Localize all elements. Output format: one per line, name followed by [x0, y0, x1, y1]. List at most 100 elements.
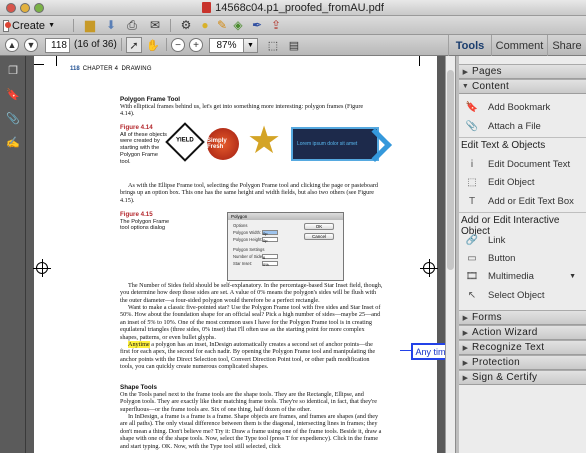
print-icon[interactable]: ⎙ [124, 17, 140, 33]
pdf-file-icon [202, 2, 212, 13]
next-page-icon[interactable]: ▼ [24, 38, 38, 52]
sign-icon[interactable]: ✒ [249, 17, 265, 33]
section-recognize-text[interactable]: ▶ Recognize Text [459, 340, 586, 355]
create-button[interactable]: Create ▼ [3, 17, 55, 34]
zoom-out-icon[interactable]: − [171, 38, 185, 52]
item-label: Attach a File [488, 120, 541, 132]
banner-image: Lorem ipsum dolor sit amet [291, 127, 392, 162]
figure-caption-text: The Polygon Frame tool options dialog [120, 218, 170, 232]
item-label: Edit Document Text [488, 158, 571, 170]
comment-bubble-icon[interactable]: ● [197, 17, 213, 33]
paragraph: Anytime a polygon has an inset, InDesign… [120, 341, 383, 371]
toolbar-divider [73, 19, 74, 32]
seal-text: Simply Fresh [207, 138, 227, 150]
link-item[interactable]: 🔗 Link [465, 232, 586, 248]
arrow-cursor-icon: ↖ [467, 289, 477, 301]
fit-width-icon[interactable]: ▤ [286, 37, 302, 53]
item-label: Multimedia [488, 270, 534, 282]
paragraph: On the Tools panel next to the frame too… [120, 391, 377, 413]
figure-label: Figure 4.14 [120, 124, 153, 131]
section-forms[interactable]: ▶ Forms [459, 310, 586, 325]
item-label: Edit Object [488, 176, 535, 188]
paragraph-text: a polygon has an inset, InDesign automat… [120, 341, 376, 371]
multimedia-item[interactable]: 🎞 Multimedia ▼ [465, 268, 586, 284]
tab-share[interactable]: Share [547, 35, 586, 56]
dialog-width-label: Polygon Width: [233, 230, 262, 235]
chevron-right-icon [358, 128, 392, 162]
edit-object-item[interactable]: ⬚ Edit Object [465, 174, 586, 190]
hand-tool-icon[interactable]: ✋ [145, 37, 161, 53]
acrobat-window: 14568c04.p1_proofed_fromAU.pdf Create ▼ … [0, 0, 586, 453]
fit-page-icon[interactable]: ⬚ [265, 37, 281, 53]
share-icon[interactable]: ⇪ [268, 17, 284, 33]
button-icon: ▭ [467, 252, 477, 264]
paragraph: As with the Ellipse Frame tool, selectin… [120, 182, 379, 204]
figure-caption-text: All of these objects were created by sta… [120, 131, 167, 165]
comment-note[interactable]: Any time [411, 343, 445, 360]
tab-tools-label: Tools [455, 39, 485, 52]
tab-tools[interactable]: Tools [448, 35, 491, 56]
chevron-down-icon: ▼ [48, 22, 55, 29]
paragraph: In InDesign, a frame is a frame is a fra… [120, 413, 382, 450]
chapter-label: CHAPTER 4 [82, 66, 119, 72]
highlight-icon[interactable]: ✎ [214, 17, 230, 33]
add-text-box-item[interactable]: T Add or Edit Text Box [465, 193, 586, 209]
section-action-wizard[interactable]: ▶ Action Wizard [459, 325, 586, 340]
navigation-pane: ❐ 🔖 📎 ✍ [0, 56, 26, 453]
email-icon[interactable]: ✉ [147, 17, 163, 33]
main-toolbar: Create ▼ ▆ ⬇ ⎙ ✉ ⚙ ● ✎ ◈ ✒ ⇪ [0, 16, 586, 35]
chevron-right-icon: ▶ [462, 68, 469, 76]
stamp-icon[interactable]: ◈ [230, 17, 246, 33]
page-number-input[interactable]: 118 [45, 38, 70, 53]
select-cursor-icon[interactable]: ➚ [126, 37, 142, 53]
yield-sign-image: YIELD [165, 122, 205, 162]
button-item[interactable]: ▭ Button [465, 250, 586, 266]
zoom-in-icon[interactable]: + [189, 38, 203, 52]
zoom-dropdown-icon[interactable]: ▼ [244, 38, 258, 53]
toolbar-divider [170, 19, 171, 32]
document-view[interactable]: 118 CHAPTER 4 DRAWING Polygon Frame Tool … [26, 56, 445, 453]
chevron-down-icon: ▼ [569, 272, 576, 280]
bookmarks-icon[interactable]: 🔖 [5, 86, 21, 102]
registration-mark [420, 259, 438, 277]
crop-mark [34, 64, 44, 65]
chevron-right-icon: ▶ [462, 314, 469, 322]
add-bookmark-item[interactable]: 🔖 Add Bookmark [465, 99, 586, 115]
create-label: Create [12, 19, 46, 32]
section-sign-certify[interactable]: ▶ Sign & Certify [459, 370, 586, 385]
signatures-icon[interactable]: ✍ [5, 134, 21, 150]
chapter-title: DRAWING [121, 66, 152, 72]
previous-page-icon[interactable]: ▲ [5, 38, 19, 52]
section-protection[interactable]: ▶ Protection [459, 355, 586, 370]
tab-comment[interactable]: Comment [491, 35, 547, 56]
registration-mark [33, 259, 51, 277]
scrollbar-thumb[interactable] [447, 70, 454, 270]
dialog-sides-value: 6 [262, 254, 278, 260]
crop-mark [419, 56, 420, 66]
navigation-toolbar: ▲ ▼ 118 (16 of 36) ➚ ✋ − + 87% ▼ ⬚ ▤ Too… [0, 35, 586, 56]
page-thumbnails-icon[interactable]: ❐ [5, 62, 21, 78]
vertical-scrollbar[interactable] [445, 56, 455, 453]
group-heading: Edit Text & Objects [461, 140, 546, 151]
figure-caption: Figure 4.15 The Polygon Frame tool option… [120, 211, 172, 232]
zoom-level-input[interactable]: 87% [209, 38, 244, 53]
object-select-icon: ⬚ [467, 176, 477, 188]
section-pages[interactable]: ▶ Pages [459, 64, 586, 79]
comment-connector [400, 350, 411, 351]
dialog-inset-value: 0% [262, 261, 278, 267]
gear-icon[interactable]: ⚙ [178, 17, 194, 33]
select-object-item[interactable]: ↖ Select Object [465, 287, 586, 303]
page-count: (16 of 36) [74, 39, 117, 50]
text-cursor-icon: Ꭵ [470, 158, 474, 170]
highlighted-text[interactable]: Anytime [128, 341, 150, 348]
yield-text: YIELD [176, 137, 194, 144]
section-content[interactable]: ▼ Content [459, 79, 586, 94]
bookmark-icon: 🔖 [465, 101, 479, 113]
open-folder-icon[interactable]: ▆ [82, 17, 98, 33]
crop-mark [56, 56, 57, 66]
save-icon[interactable]: ⬇ [103, 17, 119, 33]
edit-document-text-item[interactable]: Ꭵ Edit Document Text [465, 156, 586, 172]
attach-file-item[interactable]: 📎 Attach a File [465, 118, 586, 134]
attachments-icon[interactable]: 📎 [5, 110, 21, 126]
create-doc-icon [3, 19, 11, 32]
